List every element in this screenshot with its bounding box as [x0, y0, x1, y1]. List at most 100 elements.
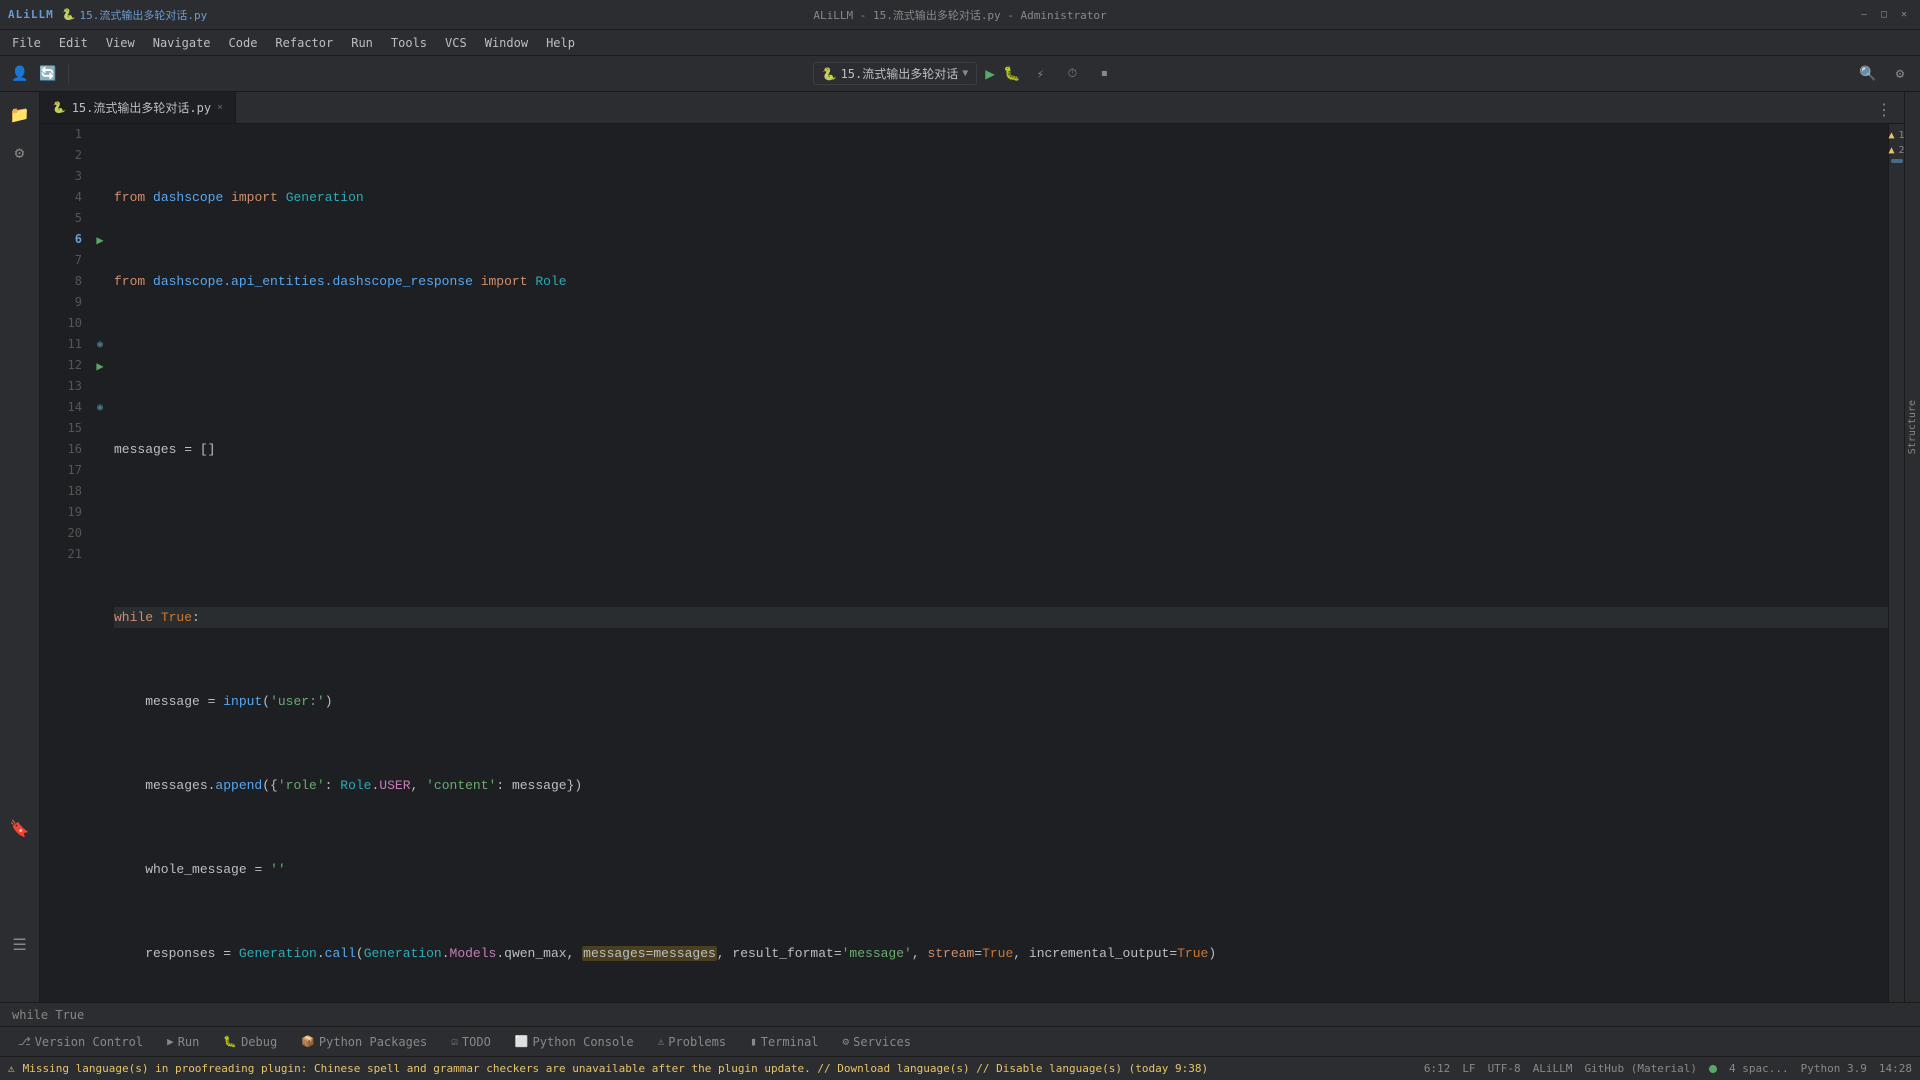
toolbar-separator — [68, 64, 69, 84]
run-config-dropdown-icon: ▼ — [962, 68, 968, 79]
title-file: 🐍 15.流式输出多轮对话.py — [62, 7, 207, 23]
gutter-run-6[interactable]: ▶ — [90, 229, 110, 250]
tab-terminal[interactable]: ▮ Terminal — [740, 1031, 828, 1053]
tab-python-console[interactable]: ⬜ Python Console — [505, 1031, 644, 1053]
menu-code[interactable]: Code — [221, 34, 266, 52]
window-controls: — □ ✕ — [1856, 7, 1912, 23]
tab-run[interactable]: ▶ Run — [157, 1031, 209, 1053]
code-editor[interactable]: 1 2 3 4 5 6 7 8 9 10 11 12 13 14 15 16 1… — [40, 124, 1904, 1002]
gutter-19 — [90, 502, 110, 523]
right-scrollbar[interactable]: ▲1 ▲2 — [1888, 124, 1904, 1002]
left-sidebar: 📁 ⚙ 🔖 ☰ — [0, 92, 40, 1002]
gutter-icon-11[interactable]: ◉ — [90, 334, 110, 355]
run-config-icon: 🐍 — [822, 67, 837, 81]
profile-btn[interactable]: ⏱ — [1060, 62, 1084, 86]
menu-window[interactable]: Window — [477, 34, 536, 52]
menu-refactor[interactable]: Refactor — [267, 34, 341, 52]
gutter-7 — [90, 250, 110, 271]
tab-debug[interactable]: 🐛 Debug — [213, 1031, 287, 1053]
project-icon[interactable]: 📁 — [2, 96, 38, 132]
line-numbers: 1 2 3 4 5 6 7 8 9 10 11 12 13 14 15 16 1… — [40, 124, 90, 1002]
problems-icon: ⚠ — [658, 1035, 665, 1048]
gutter-icon-14[interactable]: ◉ — [90, 397, 110, 418]
menu-file[interactable]: File — [4, 34, 49, 52]
settings-btn[interactable]: ⚙ — [1888, 62, 1912, 86]
maximize-btn[interactable]: □ — [1876, 7, 1892, 23]
gutter-8 — [90, 271, 110, 292]
status-warning-msg[interactable]: Missing language(s) in proofreading plug… — [23, 1062, 1208, 1075]
tab-version-control[interactable]: ⎇ Version Control — [8, 1031, 153, 1053]
language-indicator[interactable]: Python 3.9 — [1801, 1062, 1867, 1075]
todo-icon: ☑ — [451, 1035, 458, 1048]
tab-version-control-label: Version Control — [35, 1035, 143, 1049]
toolbar-git-btn[interactable]: 👤 — [8, 62, 32, 86]
tabs-container: 🐍 15.流式输出多轮对话.py × — [40, 92, 236, 123]
scrollbar-position[interactable] — [1891, 159, 1903, 163]
gutter-4 — [90, 187, 110, 208]
tab-debug-label: Debug — [241, 1035, 277, 1049]
title-bar: ALiLLM 🐍 15.流式输出多轮对话.py ALiLLM - 15.流式输出… — [0, 0, 1920, 30]
tab-python-packages[interactable]: 📦 Python Packages — [291, 1031, 437, 1053]
services-icon: ⚙ — [843, 1035, 850, 1048]
menu-navigate[interactable]: Navigate — [145, 34, 219, 52]
gutter-20 — [90, 523, 110, 544]
editor-area: 🐍 15.流式输出多轮对话.py × ⋮ 1 2 3 4 5 6 7 8 9 — [40, 92, 1904, 1002]
tab-todo[interactable]: ☑ TODO — [441, 1031, 501, 1053]
tab-problems-label: Problems — [668, 1035, 726, 1049]
status-right: 6:12 LF UTF-8 ALiLLM GitHub (Material) 4… — [1424, 1062, 1912, 1075]
tab-python-packages-label: Python Packages — [319, 1035, 427, 1049]
menu-bar: File Edit View Navigate Code Refactor Ru… — [0, 30, 1920, 56]
menu-edit[interactable]: Edit — [51, 34, 96, 52]
structure-icon[interactable]: ⚙ — [2, 134, 38, 170]
structure-panel-label[interactable]: Structure — [1905, 392, 1920, 462]
search-everywhere-btn[interactable]: 🔍 — [1856, 62, 1880, 86]
tab-terminal-label: Terminal — [761, 1035, 819, 1049]
cursor-position[interactable]: 6:12 — [1424, 1062, 1451, 1075]
clock: 14:28 — [1879, 1062, 1912, 1075]
file-charset[interactable]: UTF-8 — [1488, 1062, 1521, 1075]
toolbar-update-btn[interactable]: 🔄 — [36, 62, 60, 86]
gutter-1 — [90, 124, 110, 145]
tab-problems[interactable]: ⚠ Problems — [648, 1031, 736, 1053]
toolbar: 👤 🔄 🐍 15.流式输出多轮对话 ▼ ▶ 🐛 ⚡ ⏱ ⏹ 🔍 ⚙ — [0, 56, 1920, 92]
gutter-run-12[interactable]: ▶ — [90, 355, 110, 376]
code-line-7: message = input('user:') — [114, 691, 1888, 712]
console-icon: ⬜ — [515, 1035, 529, 1048]
tab-services[interactable]: ⚙ Services — [833, 1031, 921, 1053]
toolbar-left: 👤 🔄 — [8, 62, 73, 86]
menu-view[interactable]: View — [98, 34, 143, 52]
gutter-5 — [90, 208, 110, 229]
gutter-18 — [90, 481, 110, 502]
plugin-name[interactable]: ALiLLM — [1533, 1062, 1573, 1075]
run-config-selector[interactable]: 🐍 15.流式输出多轮对话 ▼ — [813, 62, 978, 85]
title-center: ALiLLM - 15.流式输出多轮对话.py - Administrator — [813, 7, 1106, 23]
tabs-menu-btn[interactable]: ⋮ — [1872, 96, 1896, 123]
code-line-1: from dashscope import Generation — [114, 187, 1888, 208]
close-btn[interactable]: ✕ — [1896, 7, 1912, 23]
code-line-8: messages.append({'role': Role.USER, 'con… — [114, 775, 1888, 796]
vcs-indicator[interactable]: GitHub (Material) — [1584, 1062, 1697, 1075]
tab-filename: 15.流式输出多轮对话.py — [72, 99, 211, 116]
tab-main-file[interactable]: 🐍 15.流式输出多轮对话.py × — [40, 92, 236, 123]
structure-side-icon[interactable]: ☰ — [2, 926, 38, 962]
tab-close-btn[interactable]: × — [217, 102, 223, 113]
error-marker-1: ▲1 — [1888, 128, 1904, 143]
tab-python-console-label: Python Console — [533, 1035, 634, 1049]
coverage-btn[interactable]: ⚡ — [1028, 62, 1052, 86]
stop-btn[interactable]: ⏹ — [1092, 62, 1116, 86]
minimize-btn[interactable]: — — [1856, 7, 1872, 23]
debug-button[interactable]: 🐛 — [1003, 66, 1020, 82]
indent-indicator[interactable]: 4 spac... — [1729, 1062, 1789, 1075]
menu-help[interactable]: Help — [538, 34, 583, 52]
menu-vcs[interactable]: VCS — [437, 34, 475, 52]
run-button[interactable]: ▶ — [985, 64, 995, 83]
connection-indicator — [1709, 1065, 1717, 1073]
bookmarks-icon[interactable]: 🔖 — [2, 810, 38, 846]
tab-run-label: Run — [178, 1035, 200, 1049]
menu-run[interactable]: Run — [343, 34, 381, 52]
gutter-3 — [90, 166, 110, 187]
code-line-4: messages = [] — [114, 439, 1888, 460]
menu-tools[interactable]: Tools — [383, 34, 435, 52]
code-line-10: responses = Generation.call(Generation.M… — [114, 943, 1888, 964]
line-ending[interactable]: LF — [1462, 1062, 1475, 1075]
